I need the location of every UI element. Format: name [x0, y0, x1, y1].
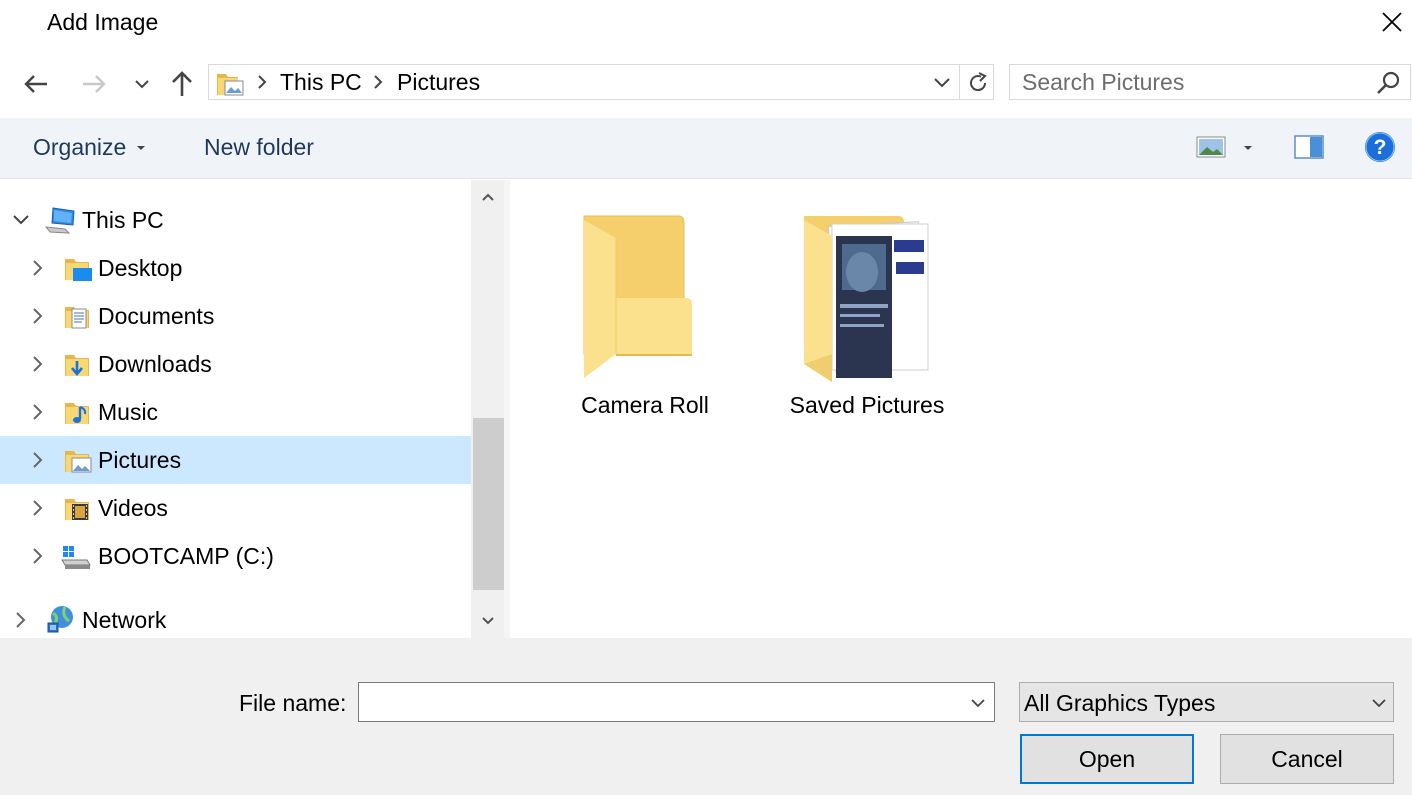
search-icon[interactable]	[1376, 70, 1402, 96]
tree-item-label: Documents	[98, 303, 215, 329]
chevron-right-icon[interactable]	[28, 450, 48, 470]
chevron-down-icon	[1372, 699, 1386, 708]
tree-item-documents[interactable]: Documents	[0, 292, 471, 340]
pictures-folder-icon	[217, 74, 244, 96]
tree-item-label: This PC	[82, 207, 164, 233]
music-folder-icon	[65, 403, 89, 424]
open-button[interactable]: Open	[1020, 734, 1194, 784]
tree-item-bootcamp-drive[interactable]: BOOTCAMP (C:)	[0, 532, 471, 580]
organize-button[interactable]: Organize	[33, 134, 126, 161]
back-arrow-icon	[24, 75, 47, 93]
breadcrumb-separator-icon	[374, 75, 383, 89]
folder-item-saved-pictures[interactable]: Saved Pictures	[772, 200, 962, 430]
address-history-dropdown[interactable]	[928, 66, 956, 100]
file-name-input[interactable]	[362, 686, 956, 720]
chevron-right-icon[interactable]	[11, 610, 31, 630]
chevron-right-icon[interactable]	[28, 546, 48, 566]
search-input[interactable]	[1012, 66, 1382, 98]
breadcrumb-separator-icon	[258, 75, 267, 89]
tree-item-desktop[interactable]: Desktop	[0, 244, 471, 292]
tree-item-label: Network	[82, 607, 167, 633]
chevron-right-icon[interactable]	[28, 354, 48, 374]
chevron-down-icon	[934, 78, 950, 88]
up-arrow-icon	[172, 71, 192, 96]
videos-folder-icon	[65, 499, 89, 520]
folder-label: Saved Pictures	[789, 392, 945, 418]
forward-button[interactable]	[76, 66, 112, 102]
help-icon[interactable]: ?	[1364, 131, 1396, 163]
view-options-dropdown-icon[interactable]	[1243, 145, 1253, 151]
breadcrumb-pictures[interactable]: Pictures	[397, 69, 480, 96]
documents-folder-icon	[65, 307, 89, 329]
dropdown-arrow-icon	[137, 146, 145, 150]
downloads-folder-icon	[65, 355, 89, 377]
svg-text:?: ?	[1374, 136, 1387, 159]
tree-item-pictures[interactable]: Pictures	[0, 436, 471, 484]
folder-with-image-icon	[804, 216, 929, 382]
tree-item-videos[interactable]: Videos	[0, 484, 471, 532]
change-view-icon[interactable]	[1196, 136, 1226, 158]
preview-pane-icon[interactable]	[1294, 135, 1324, 159]
chevron-down-icon	[135, 80, 149, 89]
forward-arrow-icon	[83, 75, 106, 93]
desktop-folder-icon	[65, 259, 92, 281]
folder-item-camera-roll[interactable]: Camera Roll	[550, 200, 740, 430]
tree-item-label: Music	[98, 399, 159, 425]
tree-item-downloads[interactable]: Downloads	[0, 340, 471, 388]
drive-icon	[61, 546, 91, 569]
file-type-dropdown[interactable]	[1366, 690, 1392, 716]
chevron-up-icon	[481, 193, 494, 201]
refresh-icon	[970, 72, 987, 92]
up-button[interactable]	[164, 66, 200, 102]
address-divider	[959, 65, 960, 99]
close-icon	[1382, 12, 1402, 32]
tree-item-label: Videos	[98, 495, 168, 521]
chevron-down-icon[interactable]	[11, 210, 31, 230]
scrollbar-thumb[interactable]	[473, 418, 504, 590]
close-button[interactable]	[1372, 2, 1412, 42]
tree-item-label: Pictures	[98, 447, 182, 473]
tree-item-network[interactable]: Network	[0, 596, 471, 644]
chevron-right-icon[interactable]	[28, 258, 48, 278]
recent-locations-button[interactable]	[124, 66, 160, 102]
folder-label: Camera Roll	[581, 392, 709, 418]
scroll-down-button[interactable]	[471, 604, 504, 638]
cancel-button[interactable]: Cancel	[1220, 734, 1394, 784]
title-bar	[0, 0, 1412, 48]
tree-item-music[interactable]: Music	[0, 388, 471, 436]
file-type-selected-value: All Graphics Types	[1024, 690, 1216, 716]
window-title: Add Image	[47, 9, 159, 35]
chevron-right-icon[interactable]	[28, 498, 48, 518]
chevron-down-icon	[481, 617, 494, 625]
new-folder-button[interactable]: New folder	[204, 134, 314, 161]
tree-item-label: Downloads	[98, 351, 212, 377]
tree-item-label: Desktop	[98, 255, 183, 281]
breadcrumb-this-pc[interactable]: This PC	[280, 69, 362, 96]
chevron-right-icon[interactable]	[28, 402, 48, 422]
chevron-right-icon[interactable]	[28, 306, 48, 326]
tree-item-label: BOOTCAMP (C:)	[98, 543, 274, 569]
back-button[interactable]	[18, 66, 54, 102]
file-name-label: File name:	[239, 690, 347, 716]
computer-icon	[45, 207, 75, 234]
folder-icon	[583, 215, 692, 378]
tree-item-this-pc[interactable]: This PC	[0, 196, 471, 244]
refresh-button[interactable]	[962, 66, 994, 100]
chevron-down-icon	[971, 699, 985, 708]
scroll-up-button[interactable]	[471, 180, 504, 214]
file-name-history-dropdown[interactable]	[964, 690, 992, 716]
network-icon	[47, 606, 73, 633]
pictures-folder-icon	[65, 451, 92, 473]
